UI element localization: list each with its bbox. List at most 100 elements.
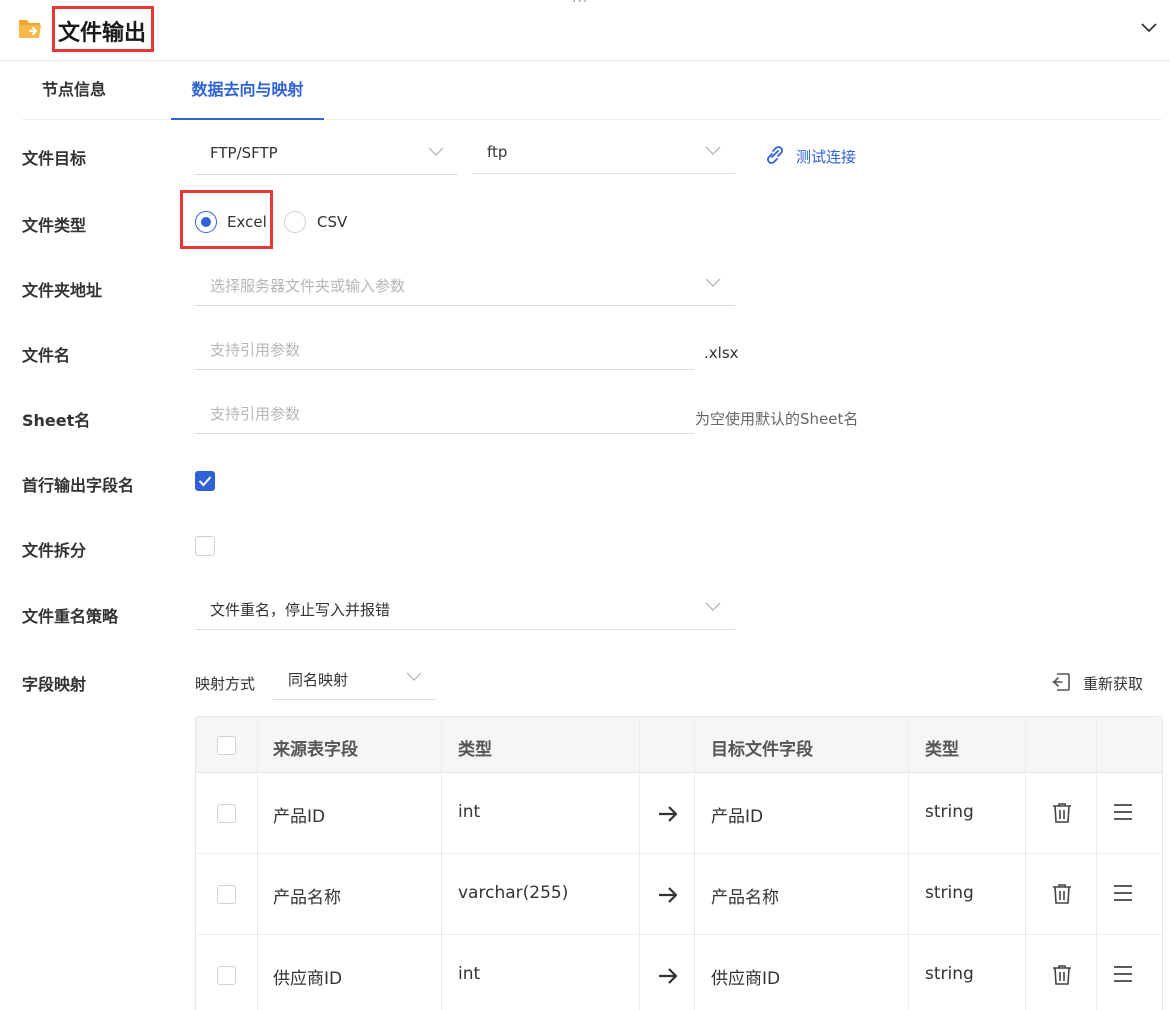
file-name-label: 文件名 [22,346,71,365]
file-name-placeholder: 支持引用参数 [210,341,301,359]
folder-export-icon [19,20,41,38]
target-field-cell: 产品名称 [695,854,909,934]
refresh-icon [1052,673,1070,691]
row-checkbox[interactable] [217,804,236,823]
protocol-select[interactable]: FTP/SFTP [195,135,458,175]
target-type: string [925,883,974,903]
radio-csv-label[interactable]: CSV [317,213,347,231]
chevron-down-icon[interactable] [1140,20,1158,34]
header-target-type-cell: 类型 [909,717,1026,772]
header-source-field: 来源表字段 [273,740,358,760]
target-field: 产品ID [711,807,764,827]
panel-title: 文件输出 [58,21,147,46]
radio-excel[interactable] [195,211,217,233]
arrow-cell [640,773,695,853]
row-checkbox[interactable] [217,885,236,904]
file-name-input[interactable]: 支持引用参数 [195,330,694,370]
folder-placeholder: 选择服务器文件夹或输入参数 [210,277,406,295]
folder-select[interactable]: 选择服务器文件夹或输入参数 [195,266,735,306]
file-extension: .xlsx [704,344,739,362]
chevron-down-icon [406,672,422,681]
radio-excel-label[interactable]: Excel [227,213,267,231]
trash-icon[interactable] [1051,802,1073,824]
target-field-cell: 产品ID [695,773,909,853]
header-target-field-cell: 目标文件字段 [695,717,909,772]
target-type-cell: string [909,773,1026,853]
source-type: varchar(255) [458,883,569,903]
select-all-checkbox[interactable] [217,736,236,755]
chevron-down-icon [428,147,444,156]
file-type-label: 文件类型 [22,216,87,235]
sheet-name-label: Sheet名 [22,411,91,430]
header-arrow-cell [640,717,695,772]
protocol-value: FTP/SFTP [210,144,278,162]
drag-handle-icon[interactable] [1113,965,1133,983]
folder-label: 文件夹地址 [22,281,103,300]
mapping-mode-value: 同名映射 [288,671,349,689]
arrow-right-icon [659,887,678,903]
rename-policy-label: 文件重名策略 [22,607,119,626]
delete-cell [1026,935,1097,1010]
table-row: 产品ID int 产品ID string [196,773,1162,854]
header-checkbox-cell [196,717,258,772]
source-field: 供应商ID [273,969,343,989]
radio-csv[interactable] [284,211,306,233]
table-header: 来源表字段 类型 目标文件字段 类型 [196,717,1162,773]
trash-icon[interactable] [1051,883,1073,905]
sheet-name-placeholder: 支持引用参数 [210,405,301,423]
checkmark-icon [198,476,212,487]
panel-header: 文件输出 [0,0,1170,61]
tab-data-destination-mapping[interactable]: 数据去向与映射 [171,62,324,120]
refresh-label: 重新获取 [1083,675,1144,693]
target-type-cell: string [909,854,1026,934]
rename-policy-value: 文件重名，停止写入并报错 [210,601,391,619]
delete-cell [1026,854,1097,934]
link-icon [767,146,783,164]
drag-handle-icon[interactable] [1113,884,1133,902]
trash-icon[interactable] [1051,964,1073,986]
test-connection-label: 测试连接 [796,148,857,166]
tab-bar: 节点信息 数据去向与映射 [22,62,1162,120]
row-checkbox-cell [196,773,258,853]
arrow-cell [640,935,695,1010]
row-checkbox[interactable] [217,966,236,985]
source-field-cell: 产品名称 [258,854,442,934]
field-mapping-table: 来源表字段 类型 目标文件字段 类型 产品ID int 产品ID string … [195,716,1163,1010]
connection-value: ftp [487,143,508,161]
chevron-down-icon [705,278,721,287]
header-source-type-cell: 类型 [442,717,640,772]
target-field: 产品名称 [711,888,779,908]
source-type: int [458,802,481,822]
target-type-cell: string [909,935,1026,1010]
table-row: 产品名称 varchar(255) 产品名称 string [196,854,1162,935]
source-type-cell: varchar(255) [442,854,640,934]
mapping-mode-label: 映射方式 [195,675,256,693]
mapping-mode-select[interactable]: 同名映射 [273,660,436,700]
arrow-right-icon [659,968,678,984]
field-mapping-label: 字段映射 [22,675,87,694]
chevron-down-icon [705,602,721,611]
rename-policy-select[interactable]: 文件重名，停止写入并报错 [195,590,735,630]
target-field: 供应商ID [711,969,781,989]
header-target-field: 目标文件字段 [711,740,813,760]
source-type-cell: int [442,773,640,853]
sheet-name-input[interactable]: 支持引用参数 [195,394,694,434]
file-split-checkbox[interactable] [195,536,215,556]
header-row-checkbox[interactable] [195,471,215,491]
table-row: 供应商ID int 供应商ID string [196,935,1162,1010]
source-type: int [458,964,481,984]
tab-node-info[interactable]: 节点信息 [42,62,106,120]
row-checkbox-cell [196,935,258,1010]
header-source-type: 类型 [458,740,492,760]
delete-cell [1026,773,1097,853]
target-field-cell: 供应商ID [695,935,909,1010]
connection-select[interactable]: ftp [472,134,735,174]
target-type: string [925,964,974,984]
header-drag-cell [1097,717,1162,772]
source-field-cell: 产品ID [258,773,442,853]
header-target-type: 类型 [925,740,959,760]
source-type-cell: int [442,935,640,1010]
chevron-down-icon [705,146,721,155]
drag-handle-icon[interactable] [1113,803,1133,821]
arrow-cell [640,854,695,934]
